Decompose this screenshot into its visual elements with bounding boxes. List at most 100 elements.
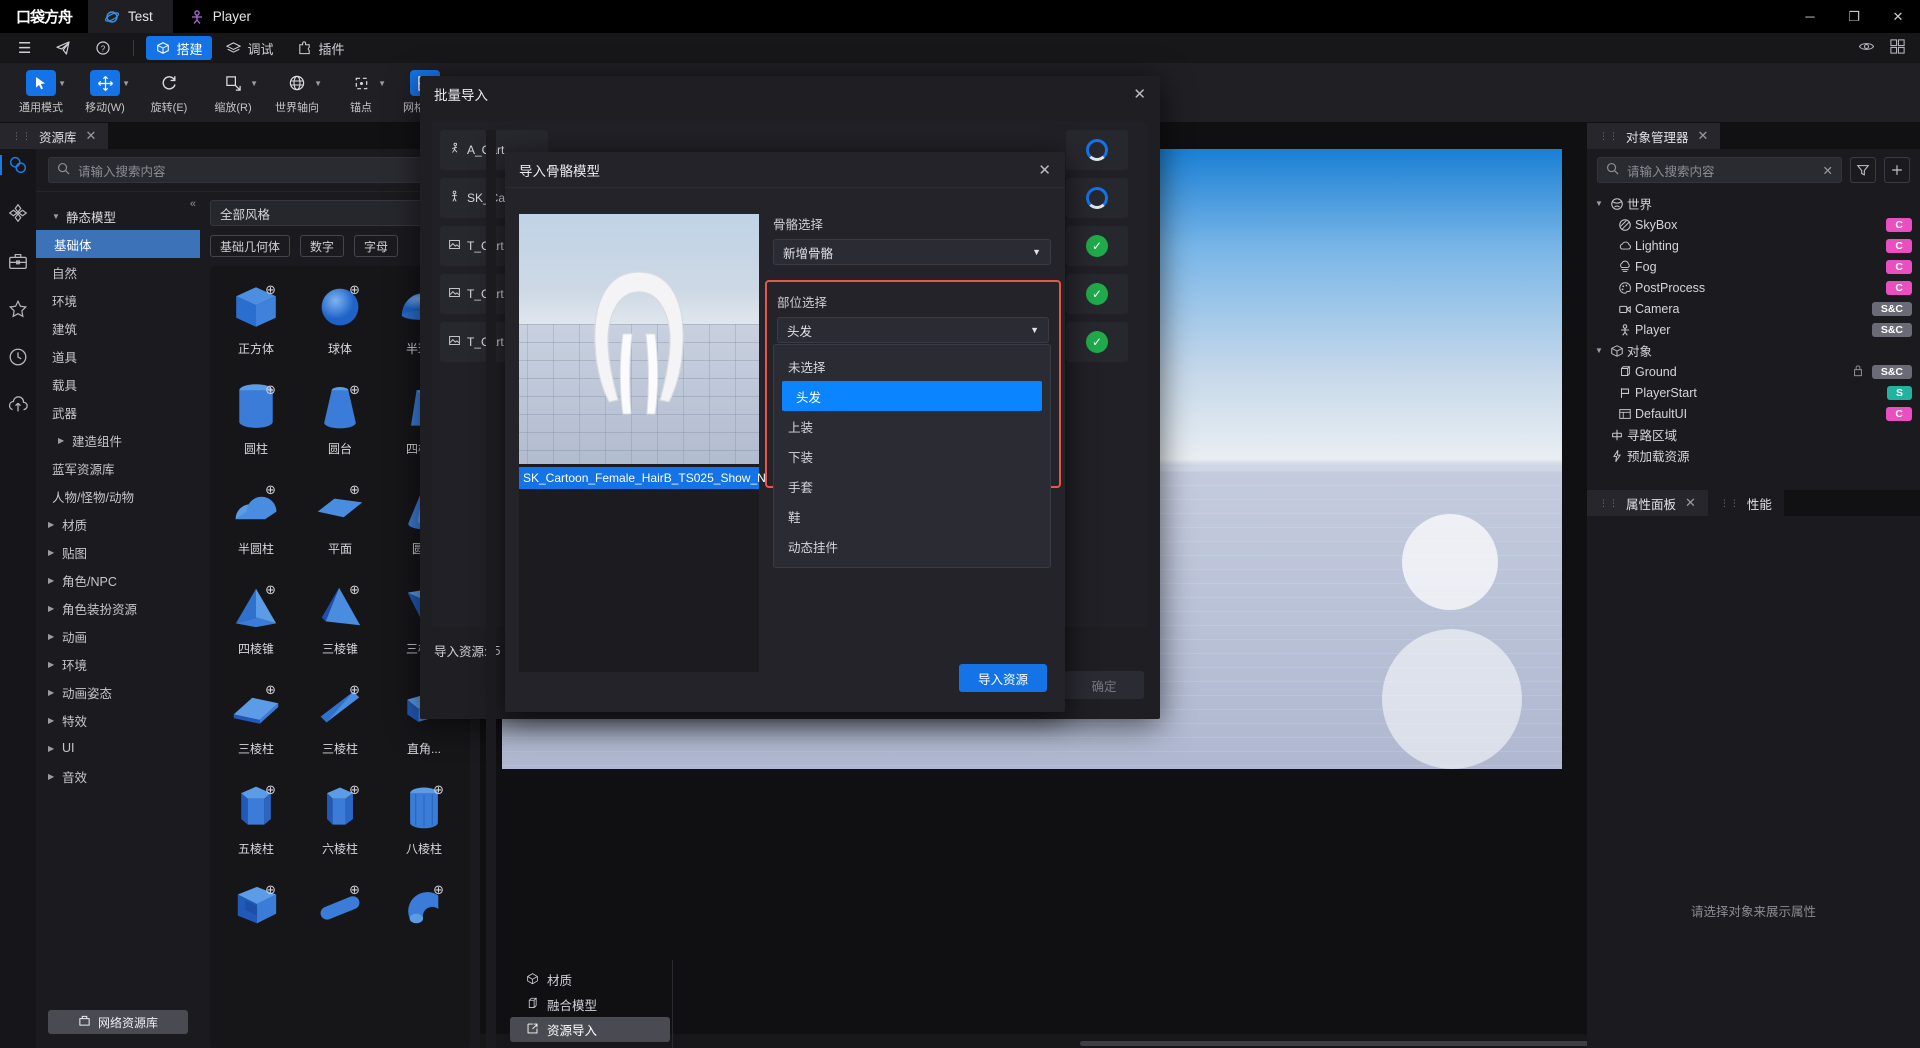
category-blue-army-library[interactable]: 蓝军资源库 [36,454,200,482]
tool-scale[interactable]: 缩放(R) ▼ [202,65,264,121]
drag-handle-icon[interactable]: ⋮⋮ [12,131,32,141]
zoom-in-icon[interactable]: ⊕ [433,882,444,898]
network-library-button[interactable]: 网络资源库 [48,1010,188,1034]
chevron-down-icon[interactable]: ▼ [1591,346,1607,355]
category-vehicles[interactable]: 载具 [36,370,200,398]
chip-letters[interactable]: 字母 [354,235,399,257]
rail-item-objects[interactable] [2,197,34,229]
window-tab-test[interactable]: Test [88,0,173,33]
zoom-in-icon[interactable]: ⊕ [349,682,360,698]
tab-resource-library[interactable]: ⋮⋮ 资源库 ✕ [0,123,109,149]
part-select[interactable]: 头发 ▼ [777,317,1049,343]
asset-card[interactable]: ⊕ 球体 [298,274,382,372]
asset-card[interactable]: ⊕ 平面 [298,474,382,572]
tree-row[interactable]: Camera S&C [1587,298,1920,319]
category-effects[interactable]: ▶ 特效 [36,706,200,734]
tree-row[interactable]: 寻路区域 [1587,424,1920,445]
hamburger-icon[interactable]: ☰ [8,36,41,60]
zoom-in-icon[interactable]: ⊕ [265,582,276,598]
file-tab-material[interactable]: 材质 [510,967,670,992]
close-icon[interactable]: ✕ [1698,128,1709,144]
tool-rotate[interactable]: 旋转(E) [138,65,200,121]
tree-row[interactable]: ▼ 世界 [1587,193,1920,214]
part-dropdown-menu[interactable]: 未选择 头发 上装 下装 手套 鞋 动态挂件 [773,344,1051,568]
category-materials[interactable]: ▶ 材质 [36,510,200,538]
clear-icon[interactable]: ✕ [1823,163,1833,178]
category-animation-pose[interactable]: ▶ 动画姿态 [36,678,200,706]
asset-card[interactable]: ⊕ 半圆柱 [214,474,298,572]
collapse-icon[interactable]: « [190,198,196,210]
category-audio[interactable]: ▶ 音效 [36,762,200,790]
category-build-components[interactable]: ▶ 建造组件 [36,426,200,454]
category-nature[interactable]: 自然 [36,258,200,286]
import-asset-button[interactable]: 导入资源 [959,664,1047,692]
dropdown-option-accessory[interactable]: 动态挂件 [774,531,1050,561]
category-environment[interactable]: 环境 [36,286,200,314]
eye-icon[interactable] [1858,38,1875,58]
zoom-in-icon[interactable]: ⊕ [265,482,276,498]
zoom-in-icon[interactable]: ⊕ [265,382,276,398]
confirm-button[interactable]: 确定 [1064,671,1144,699]
tool-world-axis[interactable]: 世界轴向 ▼ [266,65,328,121]
zoom-in-icon[interactable]: ⊕ [349,382,360,398]
zoom-in-icon[interactable]: ⊕ [349,282,360,298]
asset-card[interactable]: ⊕ 六棱柱 [298,774,382,872]
category-animation[interactable]: ▶ 动画 [36,622,200,650]
menu-item-debug[interactable]: 调试 [216,36,283,60]
filter-icon[interactable] [1850,157,1876,183]
tree-row[interactable]: Player S&C [1587,319,1920,340]
dropdown-option-shoes[interactable]: 鞋 [774,501,1050,531]
zoom-in-icon[interactable]: ⊕ [265,282,276,298]
rail-item-favorites[interactable] [2,293,34,325]
object-search-input[interactable]: 请输入搜索内容 ✕ [1597,157,1842,183]
lock-icon[interactable] [1852,364,1864,380]
tree-row[interactable]: Ground S&C [1587,361,1920,382]
asset-card[interactable]: ⊕ [382,874,466,972]
chevron-down-icon[interactable]: ▼ [58,79,66,88]
tree-row[interactable]: Fog C [1587,256,1920,277]
asset-card[interactable]: ⊕ 八棱柱 [382,774,466,872]
category-textures[interactable]: ▶ 贴图 [36,538,200,566]
help-icon[interactable]: ? [85,36,121,60]
asset-card[interactable]: ⊕ 四棱锥 [214,574,298,672]
tree-row[interactable]: ▼ 对象 [1587,340,1920,361]
drag-handle-icon[interactable]: ⋮⋮ [1720,498,1740,508]
asset-card[interactable]: ⊕ [298,874,382,972]
category-environment-2[interactable]: ▶ 环境 [36,650,200,678]
category-scroll[interactable]: ▼ 静态模型 基础体 自然 环境 建筑 道具 载具 武器 ▶ 建造组件 蓝军资源库 … [36,202,200,1010]
zoom-in-icon[interactable]: ⊕ [265,882,276,898]
rail-item-toolbox[interactable] [2,245,34,277]
chip-numbers[interactable]: 数字 [300,235,345,257]
window-tab-player[interactable]: Player [173,0,271,33]
zoom-in-icon[interactable]: ⊕ [349,882,360,898]
drag-handle-icon[interactable]: ⋮⋮ [1599,498,1619,508]
rail-item-upload[interactable] [2,389,34,421]
asset-card[interactable]: ⊕ 圆台 [298,374,382,472]
tool-general-mode[interactable]: 通用模式 ▼ [10,65,72,121]
menu-item-plugins[interactable]: 插件 [287,36,354,60]
tree-row[interactable]: Lighting C [1587,235,1920,256]
menu-item-build[interactable]: 搭建 [146,36,213,60]
grid-icon[interactable] [1889,38,1906,58]
category-static-models[interactable]: ▼ 静态模型 [36,202,200,230]
chevron-down-icon[interactable]: ▼ [314,79,322,88]
file-tab-asset-import[interactable]: 资源导入 [510,1017,670,1042]
category-props[interactable]: 道具 [36,342,200,370]
tab-object-manager[interactable]: ⋮⋮ 对象管理器 ✕ [1587,123,1721,149]
skeleton-select[interactable]: 新增骨骼 ▼ [773,239,1051,265]
chevron-down-icon[interactable]: ▼ [1591,199,1607,208]
asset-card[interactable]: ⊕ 正方体 [214,274,298,372]
category-role-outfit[interactable]: ▶ 角色装扮资源 [36,594,200,622]
category-ui[interactable]: ▶ UI [36,734,200,762]
chevron-down-icon[interactable]: ▼ [250,79,258,88]
rail-item-asset-library[interactable] [0,149,34,181]
close-icon[interactable]: ✕ [1133,85,1146,103]
close-icon[interactable]: ✕ [1038,161,1051,179]
chevron-down-icon[interactable]: ▼ [378,79,386,88]
tab-performance[interactable]: ⋮⋮ 性能 [1707,490,1784,516]
zoom-in-icon[interactable]: ⊕ [349,482,360,498]
tool-anchor[interactable]: 锚点 ▼ [330,65,392,121]
dropdown-option-none[interactable]: 未选择 [774,351,1050,381]
chevron-down-icon[interactable]: ▼ [122,79,130,88]
publish-icon[interactable] [45,36,81,60]
